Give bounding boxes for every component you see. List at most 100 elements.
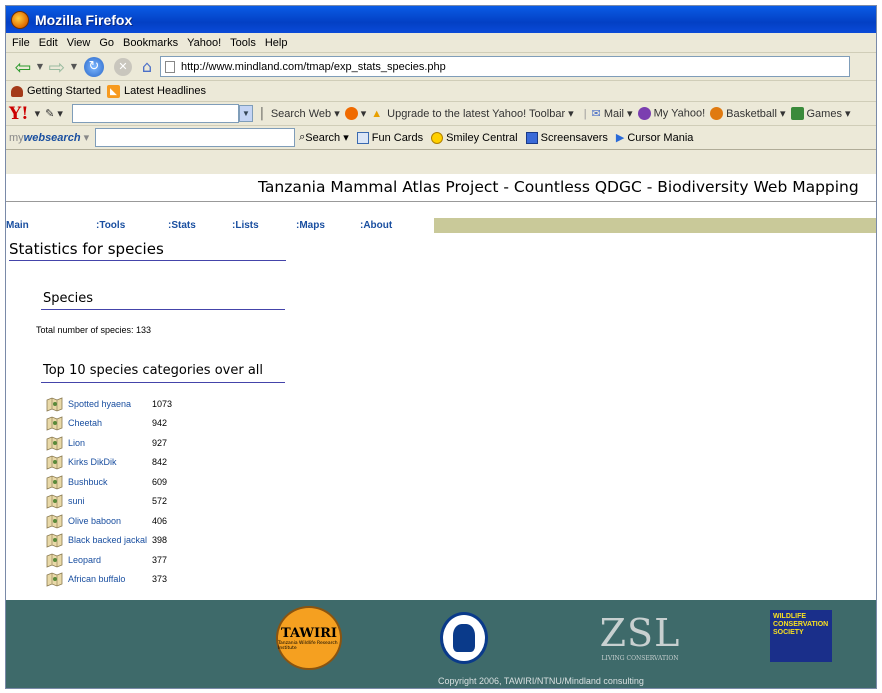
wcs-logo[interactable]: WILDLIFE CONSERVATION SOCIETY (770, 610, 832, 662)
games-button[interactable]: Games ▾ (790, 107, 851, 121)
nav-lists[interactable]: :Lists (232, 218, 296, 233)
yahoo-search-web-button[interactable]: Search Web ▾ (271, 107, 340, 120)
species-link[interactable]: Lion (68, 438, 152, 448)
separator-icon: | (583, 107, 587, 120)
yahoo-toolbar: Y! ▾ ✎ ▾ ▼ │ Search Web ▾ ▾ ▲ Upgrade to… (6, 102, 876, 126)
darwin-emblem-icon (453, 624, 475, 652)
species-link[interactable]: Olive baboon (68, 516, 152, 526)
species-link[interactable]: Spotted hyaena (68, 399, 152, 409)
tawiri-logo-text: TAWIRI (281, 625, 337, 641)
forward-arrow-icon[interactable]: ⇨ (46, 55, 68, 79)
bookmark-latest-headlines[interactable]: ◣ Latest Headlines (107, 84, 206, 98)
site-title: Tanzania Mammal Atlas Project - Countles… (258, 178, 859, 196)
cursor-label: Cursor Mania (627, 131, 694, 144)
yahoo-dropdown-icon[interactable]: ▾ (35, 107, 41, 120)
menu-go[interactable]: Go (99, 37, 114, 49)
url-text: http://www.mindland.com/tmap/exp_stats_s… (181, 60, 446, 73)
map-icon[interactable] (46, 571, 63, 587)
yahoo-search-input[interactable] (71, 104, 239, 123)
smiley-label: Smiley Central (446, 131, 518, 144)
zsl-logo-subtext: LIVING CONSERVATION (601, 655, 679, 662)
map-icon[interactable] (46, 474, 63, 490)
screensavers-button[interactable]: Screensavers (525, 131, 608, 144)
upgrade-label: Upgrade to the latest Yahoo! Toolbar (387, 108, 566, 120)
map-icon[interactable] (46, 435, 63, 451)
stop-icon[interactable]: ✕ (114, 57, 132, 76)
fun-cards-button[interactable]: Fun Cards (356, 131, 423, 144)
list-item: Lion 927 (46, 433, 172, 453)
yahoo-pencil-icon[interactable]: ✎ ▾ (45, 107, 63, 120)
species-link[interactable]: suni (68, 496, 152, 506)
species-link[interactable]: Cheetah (68, 418, 152, 428)
cursor-mania-button[interactable]: ▶ Cursor Mania (616, 131, 694, 145)
nav-stats[interactable]: :Stats (168, 218, 232, 233)
websearch-logo[interactable]: mywebsearch ▾ (9, 131, 89, 144)
bookmark-getting-started[interactable]: Getting Started (11, 85, 101, 97)
top10-underline (41, 382, 285, 383)
menu-help[interactable]: Help (265, 37, 288, 49)
web-page: Tanzania Mammal Atlas Project - Countles… (6, 174, 876, 688)
list-item: suni 572 (46, 492, 172, 512)
yahoo-upgrade-button[interactable]: Upgrade to the latest Yahoo! Toolbar ▾ (387, 107, 574, 120)
species-count: 1073 (152, 398, 173, 409)
species-link[interactable]: Leopard (68, 555, 152, 565)
forward-dropdown-icon[interactable]: ▼ (70, 62, 78, 71)
nav-maps[interactable]: :Maps (296, 218, 360, 233)
yahoo-flag-icon[interactable] (344, 107, 358, 120)
window-title: Mozilla Firefox (35, 11, 133, 28)
species-underline (41, 309, 285, 310)
map-icon[interactable] (46, 493, 63, 509)
menu-tools[interactable]: Tools (230, 37, 256, 49)
nav-about[interactable]: :About (360, 218, 420, 233)
my-yahoo-button[interactable]: My Yahoo! (637, 107, 705, 120)
games-label: Games (806, 107, 842, 120)
menu-bookmarks[interactable]: Bookmarks (123, 37, 178, 49)
yahoo-search-dropdown-icon[interactable]: ▼ (238, 105, 253, 122)
species-link[interactable]: Black backed jackal (68, 535, 152, 545)
nav-tools[interactable]: :Tools (96, 218, 168, 233)
back-dropdown-icon[interactable]: ▼ (36, 62, 44, 71)
map-icon[interactable] (46, 415, 63, 431)
species-link[interactable]: Kirks DikDik (68, 457, 152, 467)
wcs-logo-text: WILDLIFE CONSERVATION SOCIETY (773, 613, 829, 636)
url-input[interactable]: http://www.mindland.com/tmap/exp_stats_s… (160, 56, 850, 77)
list-item: African buffalo 373 (46, 570, 172, 590)
map-icon[interactable] (46, 513, 63, 529)
zsl-logo[interactable]: ZSL LIVING CONSERVATION (596, 610, 684, 666)
species-count: 406 (152, 515, 168, 526)
yahoo-logo-icon[interactable]: Y! (9, 104, 29, 124)
warning-icon: ▲ (371, 107, 383, 120)
flag-dropdown-icon[interactable]: ▾ (361, 107, 367, 120)
logo-bold: websearch (23, 132, 81, 144)
home-icon[interactable]: ⌂ (138, 57, 156, 76)
search-web-label: Search Web (270, 108, 332, 120)
basketball-button[interactable]: Basketball ▾ (710, 107, 786, 121)
reload-icon[interactable]: ↻ (84, 56, 104, 77)
species-link[interactable]: African buffalo (68, 574, 152, 584)
mail-button[interactable]: ✉ Mail ▾ (592, 107, 633, 120)
map-icon[interactable] (46, 396, 63, 412)
menu-edit[interactable]: Edit (39, 37, 58, 49)
title-bar: Mozilla Firefox (6, 6, 876, 33)
back-arrow-icon[interactable]: ⇦ (12, 55, 34, 79)
websearch-input[interactable] (95, 128, 296, 147)
smiley-central-button[interactable]: Smiley Central (431, 131, 518, 144)
menu-file[interactable]: File (12, 37, 30, 49)
getting-started-icon (11, 85, 23, 97)
mail-label: Mail (603, 108, 624, 120)
list-item: Bushbuck 609 (46, 472, 172, 492)
menu-view[interactable]: View (67, 37, 91, 49)
websearch-search-button[interactable]: ⌕ Search ▾ (299, 131, 349, 144)
map-icon[interactable] (46, 532, 63, 548)
tawiri-logo[interactable]: TAWIRI Tanzania Wildlife Research Instit… (276, 606, 342, 670)
list-item: Olive baboon 406 (46, 511, 172, 531)
species-link[interactable]: Bushbuck (68, 477, 152, 487)
darwin-initiative-logo[interactable] (440, 612, 488, 664)
menu-yahoo[interactable]: Yahoo! (187, 37, 221, 49)
search-label: Search (305, 131, 341, 144)
map-icon[interactable] (46, 552, 63, 568)
menu-bar: File Edit View Go Bookmarks Yahoo! Tools… (6, 33, 876, 53)
nav-main[interactable]: Main (6, 218, 96, 233)
basketball-label: Basketball (726, 107, 777, 120)
map-icon[interactable] (46, 454, 63, 470)
